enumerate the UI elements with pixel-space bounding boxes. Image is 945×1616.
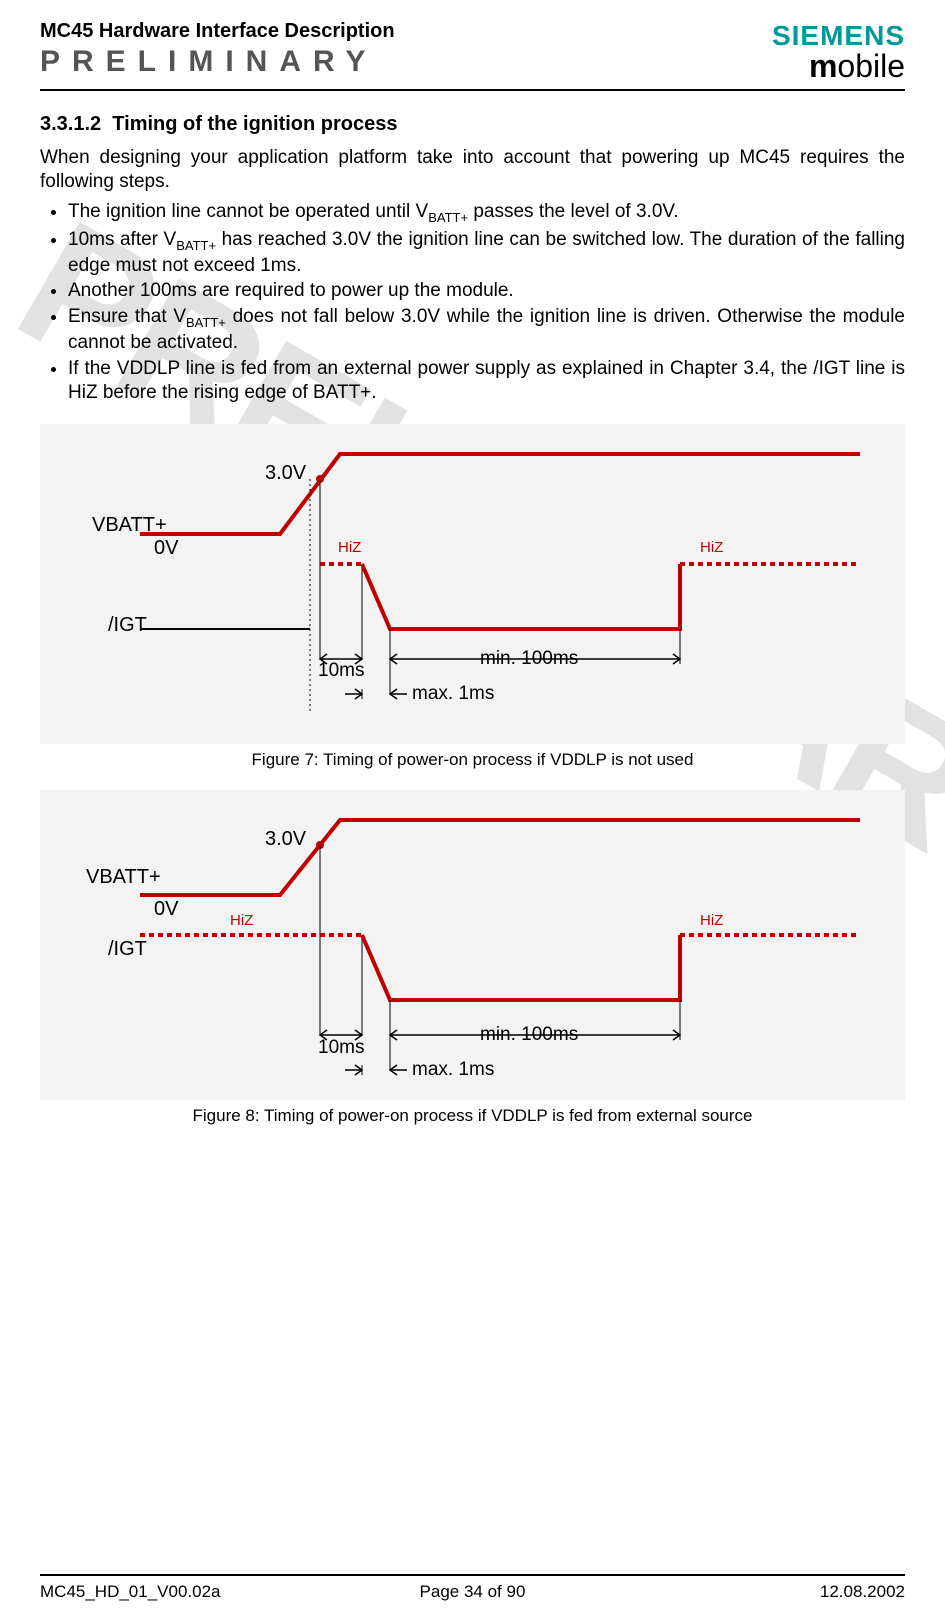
figure-8-caption: Figure 8: Timing of power-on process if …	[40, 1106, 905, 1126]
hiz-label: HiZ	[338, 539, 361, 556]
footer-date: 12.08.2002	[617, 1582, 905, 1602]
vbatt-label: VBATT+	[92, 514, 167, 537]
doc-title: MC45 Hardware Interface Description	[40, 20, 772, 43]
list-item: If the VDDLP line is fed from an externa…	[68, 357, 905, 405]
hiz-label: HiZ	[700, 912, 723, 929]
figure-7-caption: Figure 7: Timing of power-on process if …	[40, 750, 905, 770]
footer-page-number: Page 34 of 90	[328, 1582, 616, 1602]
list-item: Another 100ms are required to power up t…	[68, 279, 905, 303]
hiz-label: HiZ	[230, 912, 253, 929]
zero-v-label: 0V	[154, 898, 178, 921]
figure-8: VBATT+ 0V 3.0V /IGT HiZ HiZ 10ms min. 10…	[40, 790, 905, 1100]
list-item: Ensure that VBATT+ does not fall below 3…	[68, 305, 905, 355]
t10-label: 10ms	[318, 660, 364, 682]
threshold-label: 3.0V	[265, 462, 306, 485]
brand-logo: SIEMENS mobile	[772, 20, 905, 85]
list-item: The ignition line cannot be operated unt…	[68, 200, 905, 226]
footer-doc-id: MC45_HD_01_V00.02a	[40, 1582, 328, 1602]
figure-7: VBATT+ 0V 3.0V /IGT HiZ HiZ 10ms min. 10…	[40, 424, 905, 744]
t100-label: min. 100ms	[480, 648, 578, 670]
mobile-text: mobile	[772, 48, 905, 85]
vbatt-label: VBATT+	[86, 866, 161, 889]
page-header: MC45 Hardware Interface Description PREL…	[40, 20, 905, 85]
footer-rule	[40, 1574, 905, 1576]
preliminary-label: PRELIMINARY	[40, 45, 772, 79]
t1-label: max. 1ms	[412, 683, 494, 705]
header-rule	[40, 89, 905, 91]
list-item: 10ms after VBATT+ has reached 3.0V the i…	[68, 228, 905, 278]
hiz-label: HiZ	[700, 539, 723, 556]
igt-label: /IGT	[108, 938, 147, 961]
intro-paragraph: When designing your application platform…	[40, 146, 905, 194]
section-heading: 3.3.1.2 Timing of the ignition process	[40, 113, 905, 136]
page-footer: MC45_HD_01_V00.02a Page 34 of 90 12.08.2…	[40, 1582, 905, 1602]
t100-label: min. 100ms	[480, 1024, 578, 1046]
zero-v-label: 0V	[154, 537, 178, 560]
t1-label: max. 1ms	[412, 1059, 494, 1081]
threshold-label: 3.0V	[265, 828, 306, 851]
t10-label: 10ms	[318, 1037, 364, 1059]
igt-label: /IGT	[108, 614, 147, 637]
step-list: The ignition line cannot be operated unt…	[68, 200, 905, 405]
